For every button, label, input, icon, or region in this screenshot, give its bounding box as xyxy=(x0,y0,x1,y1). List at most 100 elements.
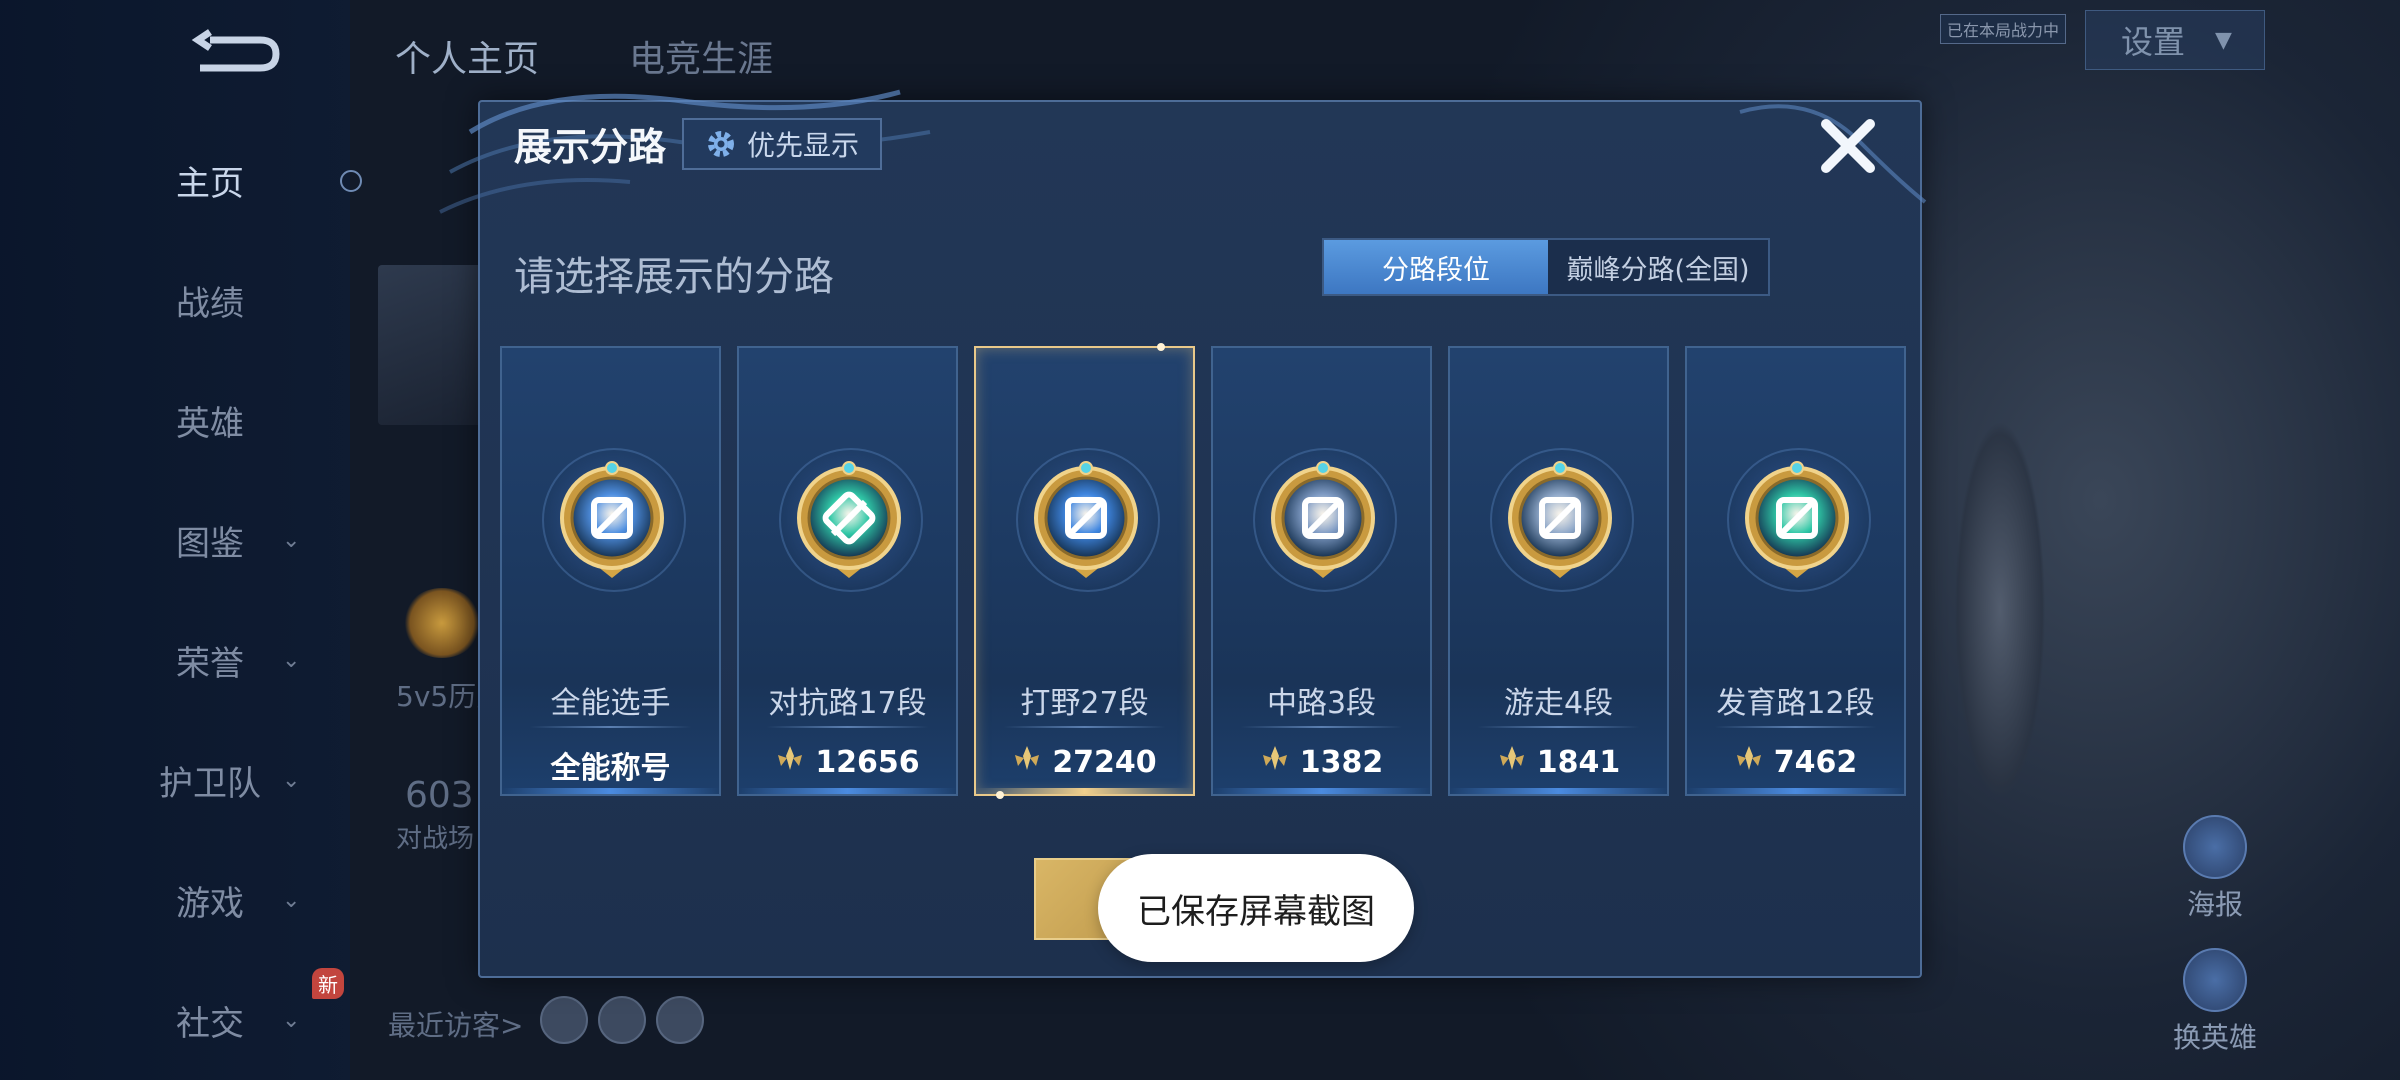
priority-display-button[interactable]: 优先显示 xyxy=(682,118,882,170)
sidebar-item[interactable]: 图鉴 ⌄ xyxy=(150,510,310,570)
rank-emblem-icon xyxy=(402,588,482,658)
settings-button[interactable]: 设置 ▼ xyxy=(2085,10,2265,70)
lane-score: 1841 xyxy=(1450,743,1667,781)
chevron-down-icon: ⌄ xyxy=(282,1007,301,1033)
lane-score: 12656 xyxy=(739,743,956,781)
card-bottom-glow xyxy=(1213,788,1430,794)
poster-icon xyxy=(2183,815,2247,879)
lane-score-value: 1841 xyxy=(1536,744,1621,780)
card-bottom-glow xyxy=(1687,788,1904,794)
card-bottom-glow xyxy=(502,788,719,794)
jungle-emblem-icon xyxy=(1026,458,1146,588)
change-hero-button[interactable]: 换英雄 xyxy=(2170,948,2260,1056)
visitor-avatar[interactable] xyxy=(656,996,704,1044)
sidebar-item-label: 主页 xyxy=(176,163,244,204)
display-lane-dialog: 展示分路 优先显示 请选择展示的分路 分路段位 巅峰分路(全国) 全能选手全能称… xyxy=(439,89,1927,978)
card-bottom-glow xyxy=(1450,788,1667,794)
lane-card[interactable]: 游走4段 1841 xyxy=(1448,346,1669,796)
sidebar-item[interactable]: 荣誉 ⌄ xyxy=(150,630,310,690)
chevron-down-icon: ⌄ xyxy=(282,527,301,553)
section-subtitle: 请选择展示的分路 xyxy=(514,254,834,300)
sidebar-item[interactable]: 护卫队 ⌄ xyxy=(150,750,310,810)
lane-score-value: 12656 xyxy=(815,744,920,780)
divider xyxy=(1478,726,1639,728)
sidebar-item-label: 图鉴 xyxy=(176,523,244,564)
profile-tabs: 个人主页 电竞生涯 xyxy=(395,30,773,82)
divider xyxy=(1004,726,1165,728)
sidebar-item[interactable]: 主页 xyxy=(150,150,310,210)
segment-peak-lane[interactable]: 巅峰分路(全国) xyxy=(1548,240,1768,294)
clash-lane-emblem-icon xyxy=(789,458,909,588)
tab-esports-career[interactable]: 电竞生涯 xyxy=(629,30,773,82)
lane-name: 中路3段 xyxy=(1266,686,1377,721)
visitor-avatar[interactable] xyxy=(598,996,646,1044)
lane-score-value: 7462 xyxy=(1773,744,1858,780)
lane-name: 游走4段 xyxy=(1503,686,1614,721)
chevron-down-icon: ⌄ xyxy=(282,887,301,913)
lane-card[interactable]: 全能选手 全能称号 xyxy=(500,346,721,796)
sidebar-item-label: 游戏 xyxy=(176,883,244,924)
back-arrow-icon[interactable] xyxy=(180,28,280,82)
sidebar-item[interactable]: 社交 ⌄ xyxy=(150,990,310,1050)
sidebar-item-label: 护卫队 xyxy=(159,763,261,804)
sidebar-item[interactable]: 游戏 ⌄ xyxy=(150,870,310,930)
poster-label: 海报 xyxy=(2186,888,2243,921)
settings-label: 设置 xyxy=(2121,23,2186,61)
sidebar-item-label: 英雄 xyxy=(176,403,244,444)
hero-figure xyxy=(1920,330,2080,890)
rank-point-icon xyxy=(775,743,805,781)
divider xyxy=(530,726,691,728)
lane-card[interactable]: 对抗路17段 12656 xyxy=(737,346,958,796)
divider xyxy=(1241,726,1402,728)
rank-point-icon xyxy=(1734,743,1764,781)
selection-corner-dot xyxy=(1157,343,1165,351)
active-indicator xyxy=(340,170,362,192)
tab-personal-home[interactable]: 个人主页 xyxy=(395,30,539,82)
screenshot-saved-toast: 已保存屏幕截图 xyxy=(1098,854,1414,962)
lane-name: 发育路12段 xyxy=(1716,686,1875,721)
poster-button[interactable]: 海报 xyxy=(2170,815,2260,923)
lane-score-value: 27240 xyxy=(1052,744,1157,780)
lane-score: 1382 xyxy=(1213,743,1430,781)
recent-visitors-link[interactable]: 最近访客> xyxy=(388,1004,523,1044)
dialog-title: 展示分路 xyxy=(514,125,667,169)
segment-lane-rank[interactable]: 分路段位 xyxy=(1324,240,1548,294)
lane-mode-segmented-control: 分路段位 巅峰分路(全国) xyxy=(1322,238,1770,296)
lane-score-value: 1382 xyxy=(1299,744,1384,780)
avatar[interactable] xyxy=(378,265,488,425)
chevron-down-icon: ▼ xyxy=(2215,27,2232,53)
divider xyxy=(1715,726,1876,728)
close-icon[interactable] xyxy=(1816,114,1880,178)
lane-card-list: 全能选手 全能称号 对抗路17段 12656 打野27段 27240 中路3段 … xyxy=(500,343,1906,799)
lane-card[interactable]: 中路3段 1382 xyxy=(1211,346,1432,796)
lane-name: 全能选手 xyxy=(550,686,671,721)
sidebar-item-label: 荣誉 xyxy=(176,643,244,684)
lane-score: 27240 xyxy=(976,743,1193,781)
status-tag: 已在本局战力中 xyxy=(1940,14,2067,44)
battle-text: 对战场 xyxy=(396,824,475,854)
change-hero-icon xyxy=(2183,948,2247,1012)
lane-card[interactable]: 发育路12段 7462 xyxy=(1685,346,1906,796)
lane-card[interactable]: 打野27段 27240 xyxy=(974,343,1195,799)
sidebar-item[interactable]: 英雄 xyxy=(150,390,310,450)
selection-corner-dot xyxy=(996,791,1004,799)
lane-score-value: 全能称号 xyxy=(550,751,671,786)
sidebar-item[interactable]: 战绩 xyxy=(150,270,310,330)
visitor-avatar[interactable] xyxy=(540,996,588,1044)
chevron-down-icon: ⌄ xyxy=(282,767,301,793)
priority-display-label: 优先显示 xyxy=(746,129,859,162)
rank-point-icon xyxy=(1012,743,1042,781)
card-bottom-glow xyxy=(739,788,956,794)
lane-score: 7462 xyxy=(1687,743,1904,781)
lane-name: 打野27段 xyxy=(1020,686,1149,721)
farm-lane-emblem-icon xyxy=(1737,458,1857,588)
sidebar-item-label: 社交 xyxy=(176,1003,244,1044)
allround-emblem-icon xyxy=(552,458,672,588)
lane-score: 全能称号 xyxy=(502,743,719,787)
card-bottom-glow xyxy=(976,788,1193,794)
roam-emblem-icon xyxy=(1500,458,1620,588)
new-badge: 新 xyxy=(312,968,344,999)
mid-lane-emblem-icon xyxy=(1263,458,1383,588)
gear-icon xyxy=(707,131,734,157)
rank-point-icon xyxy=(1497,743,1527,781)
